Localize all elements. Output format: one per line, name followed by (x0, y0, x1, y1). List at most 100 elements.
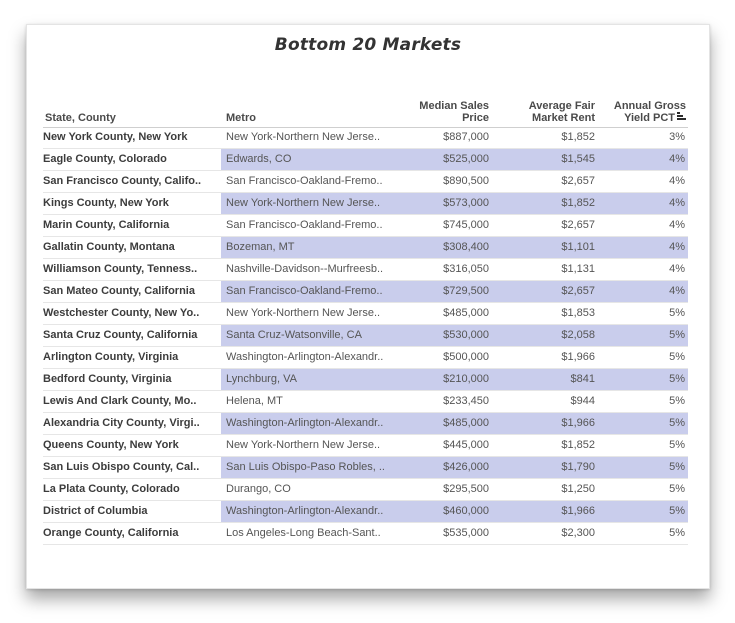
cell-state-county: Arlington County, Virginia (43, 351, 179, 363)
cell-metro: Nashville-Davidson--Murfreesb.. (226, 263, 384, 275)
cell-annual-gross-yield-pct: 4% (669, 263, 685, 275)
cell-median-sales-price: $426,000 (443, 461, 489, 473)
table-row: Williamson County, Tenness.. Nashville-Da… (43, 259, 688, 281)
cell-state-county: Westchester County, New Yo.. (43, 307, 200, 319)
cell-annual-gross-yield-pct: 4% (669, 285, 685, 297)
cell-average-fair-market-rent: $1,852 (561, 131, 595, 143)
cell-median-sales-price: $573,000 (443, 197, 489, 209)
cell-state-county: Kings County, New York (43, 197, 169, 209)
cell-state-county: San Mateo County, California (43, 285, 195, 297)
table-row: San Mateo County, California San Francisc… (43, 281, 688, 303)
header-yield-line1: Annual Gross (613, 100, 686, 112)
table-row: San Francisco County, Califo.. San Franci… (43, 171, 688, 193)
cell-annual-gross-yield-pct: 5% (669, 373, 685, 385)
cell-state-county: Williamson County, Tenness.. (43, 263, 198, 275)
cell-average-fair-market-rent: $1,250 (561, 483, 595, 495)
cell-metro: Washington-Arlington-Alexandr.. (226, 417, 384, 429)
cell-annual-gross-yield-pct: 5% (669, 329, 685, 341)
cell-median-sales-price: $887,000 (443, 131, 489, 143)
cell-median-sales-price: $525,000 (443, 153, 489, 165)
cell-average-fair-market-rent: $841 (570, 373, 595, 385)
header-annual-gross-yield-pct[interactable]: Annual Gross Yield PCT (591, 100, 686, 124)
cell-median-sales-price: $445,000 (443, 439, 489, 451)
cell-average-fair-market-rent: $1,966 (561, 351, 595, 363)
table-row: Eagle County, Colorado Edwards, CO $525,00… (43, 149, 688, 171)
table-row: Lewis And Clark County, Mo.. Helena, MT $2… (43, 391, 688, 413)
cell-annual-gross-yield-pct: 5% (669, 461, 685, 473)
header-yield-line2: Yield PCT (624, 112, 675, 124)
cell-median-sales-price: $295,500 (443, 483, 489, 495)
cell-median-sales-price: $530,000 (443, 329, 489, 341)
header-metro[interactable]: Metro (226, 112, 256, 124)
table-row: Orange County, California Los Angeles-Lon… (43, 523, 688, 545)
cell-annual-gross-yield-pct: 3% (669, 131, 685, 143)
table-row: Marin County, California San Francisco-Oa… (43, 215, 688, 237)
cell-metro: San Francisco-Oakland-Fremo.. (226, 175, 383, 187)
cell-average-fair-market-rent: $1,852 (561, 439, 595, 451)
cell-state-county: San Luis Obispo County, Cal.. (43, 461, 200, 473)
cell-state-county: Bedford County, Virginia (43, 373, 172, 385)
cell-state-county: Alexandria City County, Virgi.. (43, 417, 200, 429)
cell-metro: San Francisco-Oakland-Fremo.. (226, 285, 383, 297)
cell-median-sales-price: $460,000 (443, 505, 489, 517)
cell-median-sales-price: $210,000 (443, 373, 489, 385)
cell-average-fair-market-rent: $2,657 (561, 219, 595, 231)
header-rent-line2: Market Rent (532, 112, 595, 124)
cell-average-fair-market-rent: $1,545 (561, 153, 595, 165)
cell-average-fair-market-rent: $1,131 (561, 263, 595, 275)
cell-average-fair-market-rent: $1,790 (561, 461, 595, 473)
table-header: State, County Metro Median Sales Price A… (43, 75, 688, 128)
cell-average-fair-market-rent: $1,853 (561, 307, 595, 319)
cell-metro: New York-Northern New Jerse.. (226, 197, 381, 209)
header-average-fair-market-rent[interactable]: Average Fair Market Rent (489, 100, 595, 124)
cell-state-county: Lewis And Clark County, Mo.. (43, 395, 197, 407)
cell-state-county: Gallatin County, Montana (43, 241, 175, 253)
cell-state-county: District of Columbia (43, 505, 148, 517)
cell-state-county: Eagle County, Colorado (43, 153, 167, 165)
cell-average-fair-market-rent: $1,966 (561, 417, 595, 429)
cell-annual-gross-yield-pct: 5% (669, 351, 685, 363)
cell-average-fair-market-rent: $2,657 (561, 175, 595, 187)
cell-annual-gross-yield-pct: 4% (669, 153, 685, 165)
cell-average-fair-market-rent: $2,657 (561, 285, 595, 297)
table-row: District of Columbia Washington-Arlington… (43, 501, 688, 523)
cell-metro: San Francisco-Oakland-Fremo.. (226, 219, 383, 231)
cell-metro: Edwards, CO (226, 153, 292, 165)
cell-median-sales-price: $500,000 (443, 351, 489, 363)
cell-annual-gross-yield-pct: 5% (669, 505, 685, 517)
cell-annual-gross-yield-pct: 5% (669, 439, 685, 451)
cell-average-fair-market-rent: $1,101 (561, 241, 595, 253)
table-row: Bedford County, Virginia Lynchburg, VA $21… (43, 369, 688, 391)
header-median-sales-price[interactable]: Median Sales Price (389, 100, 489, 124)
cell-metro: New York-Northern New Jerse.. (226, 307, 381, 319)
cell-state-county: La Plata County, Colorado (43, 483, 180, 495)
cell-annual-gross-yield-pct: 5% (669, 483, 685, 495)
header-price-line1: Median Sales (419, 100, 489, 112)
cell-median-sales-price: $316,050 (443, 263, 489, 275)
cell-median-sales-price: $233,450 (443, 395, 489, 407)
cell-metro: Helena, MT (226, 395, 283, 407)
sort-descending-icon[interactable] (677, 112, 686, 121)
table-row: San Luis Obispo County, Cal.. San Luis Ob… (43, 457, 688, 479)
cell-state-county: Marin County, California (43, 219, 170, 231)
header-state-county[interactable]: State, County (45, 112, 116, 124)
cell-metro: New York-Northern New Jerse.. (226, 439, 381, 451)
cell-average-fair-market-rent: $2,300 (561, 527, 595, 539)
cell-metro: Durango, CO (226, 483, 291, 495)
cell-median-sales-price: $485,000 (443, 417, 489, 429)
cell-metro: San Luis Obispo-Paso Robles, .. (226, 461, 385, 473)
cell-metro: Lynchburg, VA (226, 373, 297, 385)
cell-average-fair-market-rent: $1,852 (561, 197, 595, 209)
cell-median-sales-price: $729,500 (443, 285, 489, 297)
table-card: Bottom 20 Markets State, County Metro Me… (26, 24, 710, 589)
cell-median-sales-price: $890,500 (443, 175, 489, 187)
cell-median-sales-price: $745,000 (443, 219, 489, 231)
cell-median-sales-price: $308,400 (443, 241, 489, 253)
header-rent-line1: Average Fair (528, 100, 595, 112)
cell-annual-gross-yield-pct: 5% (669, 527, 685, 539)
cell-state-county: Queens County, New York (43, 439, 179, 451)
cell-metro: Los Angeles-Long Beach-Sant.. (226, 527, 381, 539)
cell-metro: Washington-Arlington-Alexandr.. (226, 351, 384, 363)
table-row: New York County, New York New York-Northe… (43, 127, 688, 149)
cell-annual-gross-yield-pct: 4% (669, 219, 685, 231)
